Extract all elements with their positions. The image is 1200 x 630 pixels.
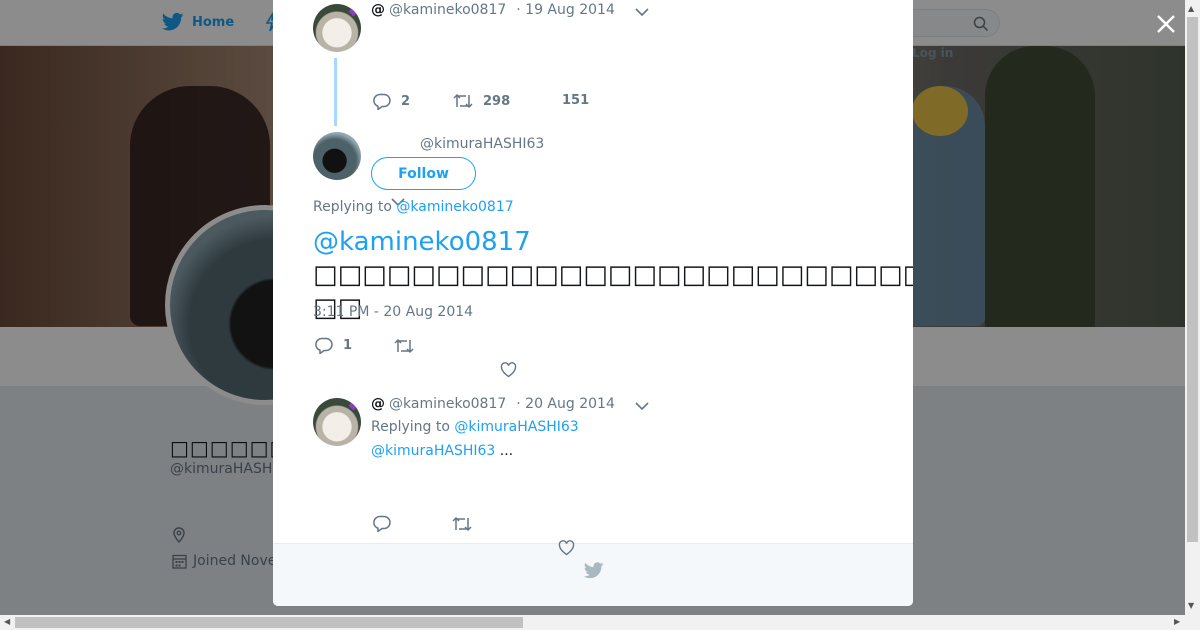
replying-prefix: Replying to <box>313 199 392 215</box>
retweet-button[interactable] <box>394 338 414 354</box>
reply-icon <box>373 93 391 110</box>
tweet-header: @kimuraHASHI63 <box>420 136 544 152</box>
mention-link[interactable]: @kamineko0817 <box>313 227 531 257</box>
retweet-button[interactable]: 298 <box>453 93 510 109</box>
author-handle[interactable]: @kamineko0817 <box>389 396 506 412</box>
retweet-button[interactable] <box>452 516 472 532</box>
tweet-modal: @ @kamineko0817 · 19 Aug 2014 2 298 151 … <box>273 0 913 606</box>
twitter-bird-icon <box>584 562 604 579</box>
avatar[interactable] <box>313 398 361 446</box>
vertical-scrollbar[interactable]: ▲ ▼ <box>1185 0 1200 615</box>
avatar[interactable] <box>313 4 361 52</box>
scroll-down-arrow-icon[interactable]: ▼ <box>1188 601 1194 610</box>
horizontal-scrollbar[interactable]: ◀ ▶ <box>0 615 1200 630</box>
tweet-header: @ @kamineko0817 · 19 Aug 2014 <box>371 2 615 18</box>
tweet-header: @ @kamineko0817 · 20 Aug 2014 <box>371 396 615 412</box>
heart-icon[interactable] <box>558 540 575 556</box>
like-button[interactable]: 151 <box>562 93 589 108</box>
retweet-icon <box>452 516 472 532</box>
reply-count: 2 <box>401 94 411 109</box>
tweet-timestamp[interactable]: 3:11 PM - 20 Aug 2014 <box>313 304 473 320</box>
scroll-up-arrow-icon[interactable]: ▲ <box>1188 4 1194 13</box>
author-handle[interactable]: @kamineko0817 <box>389 2 506 18</box>
scroll-left-arrow-icon[interactable]: ◀ <box>4 617 10 626</box>
reply-icon <box>315 337 333 354</box>
tweet-ellipsis: ... <box>499 443 514 459</box>
author-name[interactable]: @ <box>371 2 385 18</box>
chevron-down-icon[interactable] <box>635 7 649 17</box>
author-handle[interactable]: @kimuraHASHI63 <box>420 136 544 152</box>
modal-footer <box>273 543 913 606</box>
replying-handle-link[interactable]: @kamineko0817 <box>396 199 513 215</box>
follow-button[interactable]: Follow <box>371 157 476 190</box>
chevron-down-icon[interactable] <box>635 401 649 411</box>
avatar[interactable] <box>313 132 361 180</box>
thread-line <box>334 58 337 126</box>
reply-button[interactable]: 1 <box>315 337 352 354</box>
mention-link[interactable]: @kimuraHASHI63 <box>371 443 495 459</box>
reply-count: 1 <box>343 338 353 353</box>
horizontal-scroll-thumb[interactable] <box>15 617 523 628</box>
replying-to: Replying to @kimuraHASHI63 <box>371 419 579 435</box>
replying-prefix: Replying to <box>371 419 450 435</box>
close-icon[interactable] <box>1154 12 1178 36</box>
tweet-date[interactable]: · 20 Aug 2014 <box>516 396 615 412</box>
tweet-text: @kimuraHASHI63 ... <box>371 443 513 459</box>
like-count: 151 <box>562 93 590 108</box>
reply-icon <box>373 515 391 532</box>
reply-button[interactable]: 2 <box>373 93 410 110</box>
retweet-icon <box>394 338 414 354</box>
tweet-body-line1: □□□□□□□□□□□□□□□□□□□□□□□□□□□□□□□□□□□□□ <box>313 260 913 290</box>
replying-to: Replying to @kamineko0817 <box>313 199 514 215</box>
heart-icon[interactable] <box>500 362 517 378</box>
author-name[interactable]: @ <box>371 396 385 412</box>
retweet-icon <box>453 93 473 109</box>
scroll-right-arrow-icon[interactable]: ▶ <box>1174 617 1180 626</box>
retweet-count: 298 <box>483 93 511 109</box>
vertical-scroll-thumb[interactable] <box>1187 17 1198 542</box>
tweet-date[interactable]: · 19 Aug 2014 <box>516 2 615 18</box>
reply-button[interactable] <box>373 515 391 532</box>
replying-handle-link[interactable]: @kimuraHASHI63 <box>454 419 578 435</box>
